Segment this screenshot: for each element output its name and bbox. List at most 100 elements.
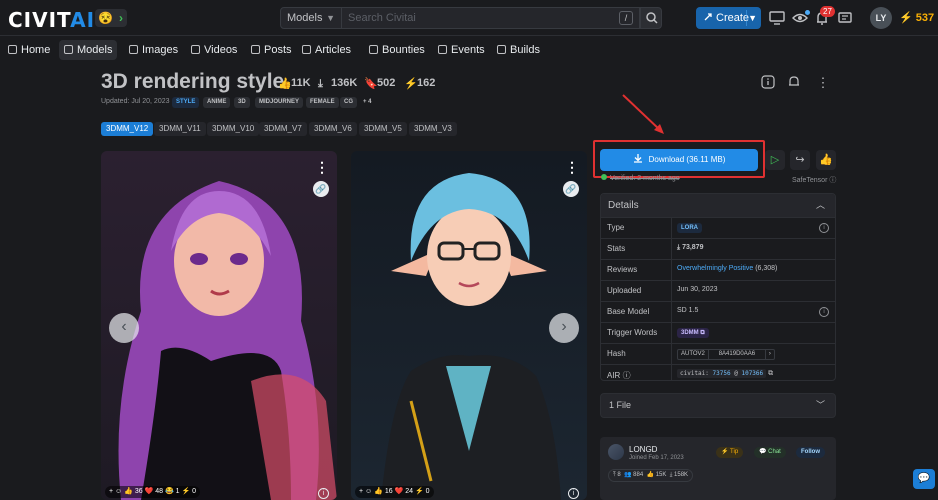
search-scope-select[interactable]: Models ▼ — [280, 7, 342, 29]
tag-chip[interactable]: FEMALE — [306, 97, 339, 108]
detail-row-trigger-words: Trigger Words 3DMM ⧉ — [601, 322, 835, 343]
create-button[interactable]: Create ▼ — [696, 7, 761, 29]
nav-item-bounties[interactable]: Bounties — [364, 40, 430, 60]
creator-name[interactable]: LONGD — [629, 445, 657, 454]
nav-item-videos[interactable]: Videos — [186, 40, 242, 60]
monitor-icon[interactable] — [768, 9, 786, 27]
civitai-logo[interactable]: CIVITAI — [8, 8, 95, 32]
info-icon[interactable]: i — [819, 307, 829, 317]
share-button[interactable]: ↪ — [790, 150, 810, 170]
search-input[interactable]: Search Civitai / — [342, 7, 640, 29]
link-icon[interactable]: 🔗 — [563, 181, 579, 197]
air-identifier[interactable]: civitai: 73756 @ 107366 — [677, 369, 767, 378]
buzz-reaction[interactable]: ⚡ 0 — [415, 488, 430, 495]
tag-chip[interactable]: 3D — [234, 97, 250, 108]
like-reaction[interactable]: 👍 16 — [374, 488, 392, 495]
users-icon: 👥 — [624, 472, 632, 478]
add-reaction[interactable]: + — [109, 488, 113, 495]
search-button[interactable] — [640, 7, 662, 29]
bookmark-icon: 🔖 — [364, 78, 378, 90]
eye-badge — [804, 9, 811, 16]
version-tab[interactable]: 3DMM_V7 — [259, 122, 307, 136]
image-icon — [129, 45, 138, 54]
more-vertical-icon: ⋮ — [816, 75, 830, 90]
link-icon[interactable]: 🔗 — [313, 181, 329, 197]
detail-label: AIR — [607, 371, 621, 380]
notify-button[interactable] — [783, 72, 805, 94]
version-tab[interactable]: 3DMM_V10 — [207, 122, 260, 136]
run-button[interactable]: ▷ — [765, 150, 785, 170]
creator-likes: 15K — [655, 472, 667, 478]
tag-chip[interactable]: MIDJOURNEY — [255, 97, 304, 108]
tip-button[interactable]: ⚡ Tip — [716, 447, 744, 458]
search-icon — [646, 12, 658, 24]
more-options-button[interactable]: ⋮ — [812, 72, 834, 94]
tag-chip[interactable]: CG — [340, 97, 357, 108]
detail-label: Type — [607, 223, 625, 232]
info-button[interactable] — [757, 72, 779, 94]
emoji-reaction[interactable]: ☺ — [365, 488, 372, 495]
tag-chip[interactable]: ANIME — [203, 97, 231, 108]
card-more-icon[interactable]: ⋮ — [315, 159, 329, 176]
nav-item-builds[interactable]: Builds — [492, 40, 545, 60]
buzz-balance[interactable]: ⚡ 537 — [899, 11, 934, 24]
info-icon[interactable]: i — [819, 223, 829, 233]
main-nav: Home Models Images Videos Posts Articles… — [0, 38, 938, 62]
nav-item-events[interactable]: Events — [433, 40, 490, 60]
creator-avatar[interactable] — [608, 444, 624, 460]
files-accordion[interactable]: 1 File ﹀ — [600, 393, 836, 418]
image-info-icon[interactable]: i — [568, 488, 579, 499]
emoji-reaction[interactable]: ☺ — [115, 488, 122, 495]
info-icon[interactable]: ⓘ — [623, 371, 631, 380]
nav-item-posts[interactable]: Posts — [246, 40, 297, 60]
laugh-reaction[interactable]: 😂 1 — [165, 488, 180, 495]
chat-button[interactable]: 💬 Chat — [754, 447, 786, 458]
nav-item-models[interactable]: Models — [59, 40, 118, 60]
carousel-prev-button[interactable]: ‹ — [109, 313, 139, 343]
version-tab[interactable]: 3DMM_V12 — [101, 122, 154, 136]
carousel-next-button[interactable]: › — [549, 313, 579, 343]
like-button[interactable]: 👍 — [816, 150, 836, 170]
chevron-right-icon: › — [768, 351, 771, 357]
reviews-link[interactable]: Overwhelmingly Positive — [677, 265, 753, 272]
reaction-bar[interactable]: + ☺ 👍 36 ❤️ 48 😂 1 ⚡ 0 — [105, 486, 201, 498]
chat-fab-button[interactable]: 💬 — [913, 469, 935, 489]
download-button[interactable]: Download (36.11 MB) — [600, 149, 758, 171]
version-tab[interactable]: 3DMM_V6 — [309, 122, 357, 136]
detail-label: Trigger Words — [607, 328, 658, 337]
reaction-bar[interactable]: + ☺ 👍 16 ❤️ 24 ⚡ 0 — [355, 486, 434, 498]
card-more-icon[interactable]: ⋮ — [565, 159, 579, 176]
download-icon: ⤓ — [318, 78, 323, 90]
version-tab[interactable]: 3DMM_V5 — [359, 122, 407, 136]
divider — [671, 260, 672, 280]
safetensor-text: SafeTensor — [792, 177, 828, 184]
tag-chip[interactable]: STYLE — [172, 97, 200, 108]
like-reaction[interactable]: 👍 36 — [124, 488, 142, 495]
nav-item-home[interactable]: Home — [3, 40, 55, 60]
gallery-image-card[interactable]: ⋮ 🔗 › + ☺ 👍 16 ❤️ 24 ⚡ 0 i — [351, 151, 587, 500]
nav-item-images[interactable]: Images — [124, 40, 183, 60]
nav-item-articles[interactable]: Articles — [297, 40, 356, 60]
user-avatar[interactable]: LY — [870, 7, 892, 29]
trigger-word-chip[interactable]: 3DMM ⧉ — [677, 328, 709, 338]
details-header[interactable]: Details ︿ — [601, 194, 835, 217]
detail-row-air: AIR ⓘ civitai: 73756 @ 107366 ⧉ — [601, 364, 835, 380]
add-reaction[interactable]: + — [359, 488, 363, 495]
hash-box[interactable]: AUTOV2 8A419D0AA6 › — [677, 349, 775, 360]
detail-row-type: Type LORA i — [601, 217, 835, 238]
version-tab[interactable]: 3DMM_V11 — [154, 122, 206, 136]
heart-reaction[interactable]: ❤️ 48 — [145, 488, 163, 495]
detail-row-hash: Hash AUTOV2 8A419D0AA6 › — [601, 343, 835, 364]
message-icon[interactable] — [836, 9, 854, 27]
follow-button[interactable]: Follow — [796, 447, 825, 458]
collections-stat: 🔖502 — [364, 77, 395, 90]
buzz-reaction[interactable]: ⚡ 0 — [181, 488, 196, 495]
emoji-chip[interactable]: 😵 › — [95, 9, 127, 27]
heart-reaction[interactable]: ❤️ 24 — [395, 488, 413, 495]
copy-icon[interactable]: ⧉ — [768, 370, 773, 377]
more-tags-chip[interactable]: + 4 — [359, 97, 376, 108]
version-tab[interactable]: 3DMM_V3 — [409, 122, 457, 136]
gallery-image-card[interactable]: ⋮ 🔗 ‹ + ☺ 👍 36 ❤️ 48 😂 1 ⚡ 0 i — [101, 151, 337, 500]
annotation-arrow — [622, 94, 664, 134]
image-info-icon[interactable]: i — [318, 488, 329, 499]
